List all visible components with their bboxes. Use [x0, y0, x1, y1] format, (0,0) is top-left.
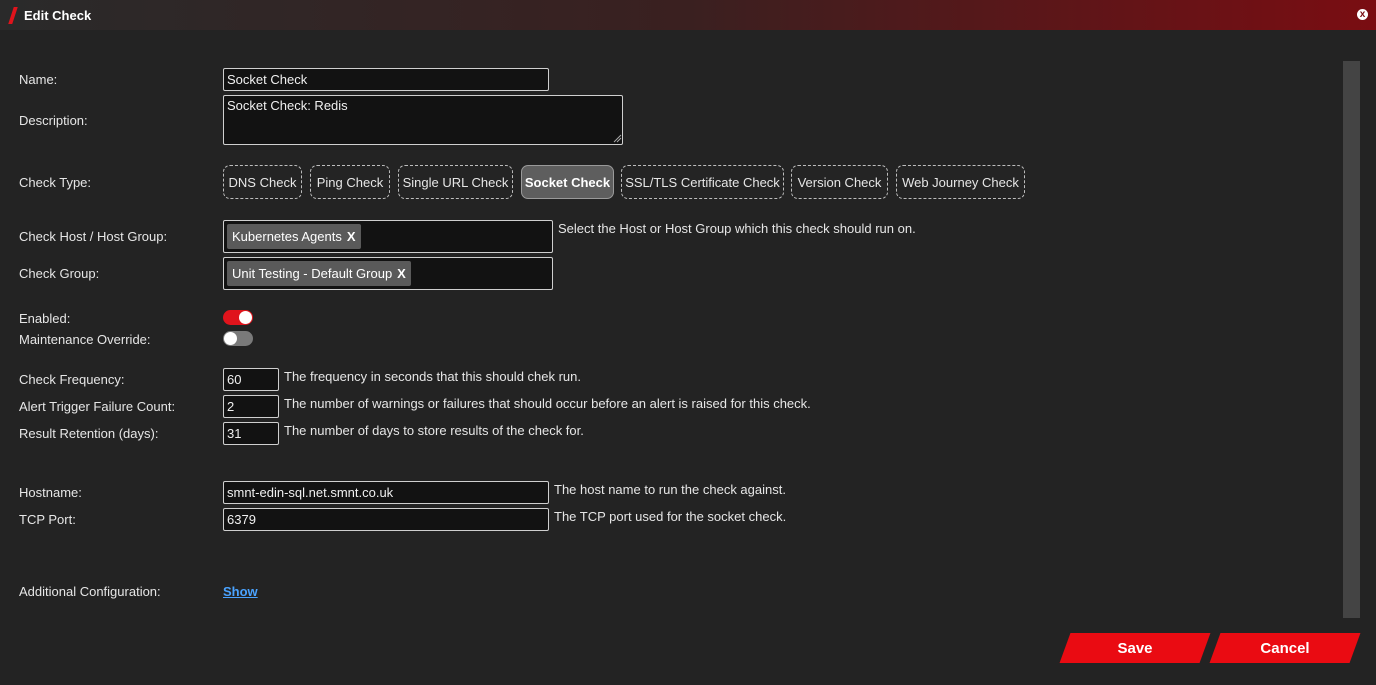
remove-tag-icon[interactable]: X	[397, 266, 406, 281]
type-version-check[interactable]: Version Check	[791, 165, 888, 199]
frequency-help: The frequency in seconds that this shoul…	[284, 369, 582, 384]
tcp-port-help: The TCP port used for the socket check.	[554, 509, 787, 524]
enabled-label: Enabled:	[19, 311, 71, 326]
failure-count-label: Alert Trigger Failure Count:	[19, 399, 176, 414]
maintenance-label: Maintenance Override:	[19, 332, 151, 347]
hostname-input[interactable]	[223, 481, 549, 504]
type-dns-check[interactable]: DNS Check	[223, 165, 302, 199]
check-group-tag-label: Unit Testing - Default Group	[232, 266, 393, 281]
description-label: Description:	[19, 113, 88, 128]
vertical-scrollbar[interactable]	[1343, 61, 1360, 618]
show-additional-config-link[interactable]: Show	[223, 584, 258, 599]
check-group-select[interactable]: Unit Testing - Default Group X	[223, 257, 553, 290]
enabled-toggle[interactable]	[223, 310, 253, 325]
save-button[interactable]: Save	[1059, 633, 1211, 663]
cancel-button-label: Cancel	[1260, 639, 1310, 657]
frequency-input[interactable]	[223, 368, 279, 391]
check-group-label: Check Group:	[19, 266, 100, 281]
edit-check-dialog: Edit Check x Name: Description: Socket C…	[0, 0, 1376, 685]
type-socket-check[interactable]: Socket Check	[521, 165, 614, 199]
name-label: Name:	[19, 72, 58, 87]
host-group-select[interactable]: Kubernetes Agents X	[223, 220, 553, 253]
retention-label: Result Retention (days):	[19, 426, 159, 441]
type-single-url-check[interactable]: Single URL Check	[398, 165, 513, 199]
brand-slash-icon	[8, 7, 18, 24]
resize-grip-icon[interactable]	[612, 133, 622, 143]
host-group-help: Select the Host or Host Group which this…	[558, 221, 916, 236]
tcp-port-input[interactable]	[223, 508, 549, 531]
save-button-label: Save	[1117, 639, 1153, 657]
failure-count-input[interactable]	[223, 395, 279, 418]
hostname-help: The host name to run the check against.	[554, 482, 786, 497]
failure-count-help: The number of warnings or failures that …	[284, 396, 811, 411]
type-ssl-tls-check[interactable]: SSL/TLS Certificate Check	[621, 165, 784, 199]
type-ping-check[interactable]: Ping Check	[310, 165, 390, 199]
host-group-tag: Kubernetes Agents X	[227, 224, 361, 249]
title-bar: Edit Check x	[0, 0, 1376, 30]
dialog-title: Edit Check	[24, 8, 92, 23]
additional-config-label: Additional Configuration:	[19, 584, 161, 599]
tcp-port-label: TCP Port:	[19, 512, 76, 527]
maintenance-toggle[interactable]	[223, 331, 253, 346]
retention-input[interactable]	[223, 422, 279, 445]
cancel-button[interactable]: Cancel	[1209, 633, 1361, 663]
hostname-label: Hostname:	[19, 485, 82, 500]
type-web-journey-check[interactable]: Web Journey Check	[896, 165, 1025, 199]
host-group-label: Check Host / Host Group:	[19, 229, 168, 244]
check-group-tag: Unit Testing - Default Group X	[227, 261, 411, 286]
remove-tag-icon[interactable]: X	[347, 229, 356, 244]
name-input[interactable]	[223, 68, 549, 91]
host-group-tag-label: Kubernetes Agents	[232, 229, 342, 244]
check-type-label: Check Type:	[19, 175, 92, 190]
retention-help: The number of days to store results of t…	[284, 423, 584, 438]
frequency-label: Check Frequency:	[19, 372, 125, 387]
description-textarea[interactable]: Socket Check: Redis	[223, 95, 623, 145]
close-icon[interactable]: x	[1357, 9, 1368, 20]
